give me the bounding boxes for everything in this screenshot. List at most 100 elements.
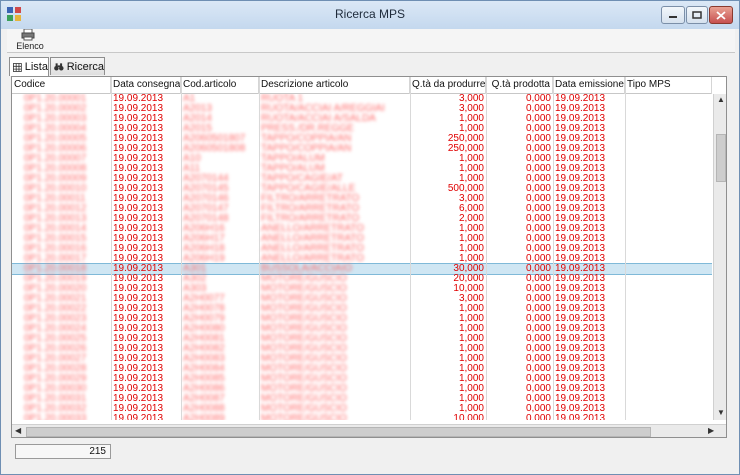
table-row[interactable]: 0P1.20.00033 19.09.2013 A2H0089 MOTORE/GUSC… <box>12 414 712 420</box>
cell-qta-prodotta: 0,000 <box>525 134 551 144</box>
close-button[interactable] <box>709 6 733 24</box>
cell-data-emissione: 19.09.2013 <box>555 204 606 214</box>
cell-descrizione: TAPPO/CAGIE/ALLE <box>261 184 356 194</box>
cell-codice: 0P1.20.00015 <box>24 234 87 244</box>
table-row[interactable]: 0P1.20.00018 19.09.2013 A301 BUSSOLA/ACCIAI… <box>12 263 712 275</box>
scroll-up-icon[interactable]: ▲ <box>717 95 725 104</box>
cell-descrizione: MOTORE/GUSCIO <box>261 334 347 344</box>
cell-cod-articolo: A2H0082 <box>183 344 225 354</box>
col-header-qta-prodotta[interactable]: Q.tà prodotta <box>486 77 553 94</box>
col-header-cod-articolo[interactable]: Cod.articolo <box>181 77 259 94</box>
close-icon <box>716 10 726 20</box>
table-row[interactable]: 0P1.20.00016 19.09.2013 A206H18 ANELLO/ARRE… <box>12 244 712 254</box>
table-row[interactable]: 0P1.20.00022 19.09.2013 A2H0078 MOTORE/GUSC… <box>12 304 712 314</box>
col-header-descrizione[interactable]: Descrizione articolo <box>259 77 410 94</box>
grid-line <box>259 77 260 420</box>
cell-data-emissione: 19.09.2013 <box>555 354 606 364</box>
cell-descrizione: BUSSOLA/ACCIAIO <box>261 264 353 274</box>
cell-codice: 0P1.20.00018 <box>24 264 87 274</box>
scroll-right-icon[interactable]: ▶ <box>708 426 714 435</box>
table-row[interactable]: 0P1.20.00005 19.09.2013 A2060501807 TAPPO/C… <box>12 134 712 144</box>
vertical-scrollbar[interactable]: ▲ ▼ <box>713 94 726 420</box>
cell-data-emissione: 19.09.2013 <box>555 334 606 344</box>
cell-qta-prodotta: 0,000 <box>525 154 551 164</box>
cell-data-consegna: 19.09.2013 <box>113 114 164 124</box>
table-row[interactable]: 0P1.20.00014 19.09.2013 A206H16 ANELLO/ARRE… <box>12 224 712 234</box>
table-row[interactable]: 0P1.20.00028 19.09.2013 A2H0084 MOTORE/GUSC… <box>12 364 712 374</box>
tab-ricerca[interactable]: Ricerca <box>50 57 105 75</box>
cell-codice: 0P1.20.00029 <box>24 374 87 384</box>
table-row[interactable]: 0P1.20.00006 19.09.2013 A2060501808 TAPPO/C… <box>12 144 712 154</box>
mps-grid[interactable]: Codice Data consegna Cod.articolo Descri… <box>11 76 727 438</box>
table-row[interactable]: 0P1.20.00024 19.09.2013 A2H0080 MOTORE/GUSC… <box>12 324 712 334</box>
col-header-data-emissione[interactable]: Data emissione <box>553 77 625 94</box>
table-row[interactable]: 0P1.20.00001 19.09.2013 A1 RUOTA 1 3,000 0,00… <box>12 94 712 104</box>
cell-cod-articolo: A2H0087 <box>183 394 225 404</box>
table-row[interactable]: 0P1.20.00019 19.09.2013 A302 MOTORE/GUSCIO 2… <box>12 274 712 284</box>
horizontal-scroll-thumb[interactable] <box>26 427 651 437</box>
cell-codice: 0P1.20.00009 <box>24 174 87 184</box>
maximize-button[interactable] <box>686 6 708 24</box>
cell-qta-produrre: 1,000 <box>458 174 484 184</box>
table-row[interactable]: 0P1.20.00032 19.09.2013 A2H0088 MOTORE/GUSC… <box>12 404 712 414</box>
cell-codice: 0P1.20.00013 <box>24 214 87 224</box>
table-row[interactable]: 0P1.20.00031 19.09.2013 A2H0087 MOTORE/GUSC… <box>12 394 712 404</box>
table-row[interactable]: 0P1.20.00025 19.09.2013 A2H0081 MOTORE/GUSC… <box>12 334 712 344</box>
cell-descrizione: TAPPO/COPPIA/AN <box>261 144 352 154</box>
cell-data-consegna: 19.09.2013 <box>113 144 164 154</box>
cell-qta-produrre: 3,000 <box>458 104 484 114</box>
table-row[interactable]: 0P1.20.00026 19.09.2013 A2H0082 MOTORE/GUSC… <box>12 344 712 354</box>
title-bar[interactable]: Ricerca MPS <box>1 1 739 29</box>
cell-qta-produrre: 1,000 <box>458 334 484 344</box>
cell-descrizione: MOTORE/GUSCIO <box>261 304 347 314</box>
table-row[interactable]: 0P1.20.00002 19.09.2013 A2013 RUOTA/ACCIAI … <box>12 104 712 114</box>
cell-qta-produrre: 3,000 <box>458 194 484 204</box>
tab-lista[interactable]: Lista <box>9 57 49 76</box>
cell-data-emissione: 19.09.2013 <box>555 344 606 354</box>
table-row[interactable]: 0P1.20.00017 19.09.2013 A206H19 ANELLO/ARRE… <box>12 254 712 264</box>
table-row[interactable]: 0P1.20.00021 19.09.2013 A2H0077 MOTORE/GUSC… <box>12 294 712 304</box>
cell-data-consegna: 19.09.2013 <box>113 384 164 394</box>
cell-descrizione: MOTORE/GUSCIO <box>261 354 347 364</box>
cell-qta-produrre: 1,000 <box>458 364 484 374</box>
cell-codice: 0P1.20.00031 <box>24 394 87 404</box>
table-row[interactable]: 0P1.20.00008 19.09.2013 A11 TAPPO/ALUM 1,000… <box>12 164 712 174</box>
col-header-data-consegna[interactable]: Data consegna <box>111 77 181 94</box>
vertical-scroll-thumb[interactable] <box>716 134 726 182</box>
table-row[interactable]: 0P1.20.00007 19.09.2013 A10 TAPPO/ALUM 1,000… <box>12 154 712 164</box>
table-row[interactable]: 0P1.20.00027 19.09.2013 A2H0083 MOTORE/GUSC… <box>12 354 712 364</box>
table-row[interactable]: 0P1.20.00029 19.09.2013 A2H0085 MOTORE/GUSC… <box>12 374 712 384</box>
cell-codice: 0P1.20.00020 <box>24 284 87 294</box>
cell-codice: 0P1.20.00027 <box>24 354 87 364</box>
table-row[interactable]: 0P1.20.00023 19.09.2013 A2H0079 MOTORE/GUSC… <box>12 314 712 324</box>
table-row[interactable]: 0P1.20.00020 19.09.2013 A303 MOTORE/GUSCIO 1… <box>12 284 712 294</box>
cell-codice: 0P1.20.00033 <box>24 414 87 420</box>
table-row[interactable]: 0P1.20.00009 19.09.2013 A2070144 TAPPO/CAGI… <box>12 174 712 184</box>
col-header-tipo-mps[interactable]: Tipo MPS <box>625 77 712 94</box>
cell-qta-produrre: 1,000 <box>458 124 484 134</box>
table-row[interactable]: 0P1.20.00003 19.09.2013 A2014 RUOTA/ACCIAI … <box>12 114 712 124</box>
scroll-left-icon[interactable]: ◀ <box>15 426 21 435</box>
cell-descrizione: ANELLO/ARRETRATO <box>261 254 364 264</box>
cell-qta-prodotta: 0,000 <box>525 354 551 364</box>
cell-descrizione: FILTRO/ARRETRATO <box>261 194 360 204</box>
col-header-qta-produrre[interactable]: Q.tà da produrre <box>410 77 486 94</box>
scroll-down-icon[interactable]: ▼ <box>717 408 725 417</box>
cell-data-emissione: 19.09.2013 <box>555 274 606 284</box>
table-row[interactable]: 0P1.20.00011 19.09.2013 A2070146 FILTRO/ARR… <box>12 194 712 204</box>
cell-codice: 0P1.20.00007 <box>24 154 87 164</box>
minimize-button[interactable] <box>661 6 685 24</box>
cell-codice: 0P1.20.00002 <box>24 104 87 114</box>
cell-qta-prodotta: 0,000 <box>525 384 551 394</box>
table-row[interactable]: 0P1.20.00030 19.09.2013 A2H0086 MOTORE/GUSC… <box>12 384 712 394</box>
cell-data-emissione: 19.09.2013 <box>555 414 606 420</box>
table-row[interactable]: 0P1.20.00013 19.09.2013 A2070148 FILTRO/ARR… <box>12 214 712 224</box>
table-row[interactable]: 0P1.20.00012 19.09.2013 A2070147 FILTRO/ARR… <box>12 204 712 214</box>
table-row[interactable]: 0P1.20.00010 19.09.2013 A2070145 TAPPO/CAGI… <box>12 184 712 194</box>
col-header-codice[interactable]: Codice <box>12 77 111 94</box>
table-row[interactable]: 0P1.20.00015 19.09.2013 A206H17 ANELLO/ARRE… <box>12 234 712 244</box>
cell-qta-produrre: 3,000 <box>458 294 484 304</box>
elenco-button[interactable]: Elenco <box>13 29 44 53</box>
horizontal-scrollbar[interactable]: ◀ ▶ <box>12 424 726 437</box>
table-row[interactable]: 0P1.20.00004 19.09.2013 A2015 PRESS./DR.REG… <box>12 124 712 134</box>
